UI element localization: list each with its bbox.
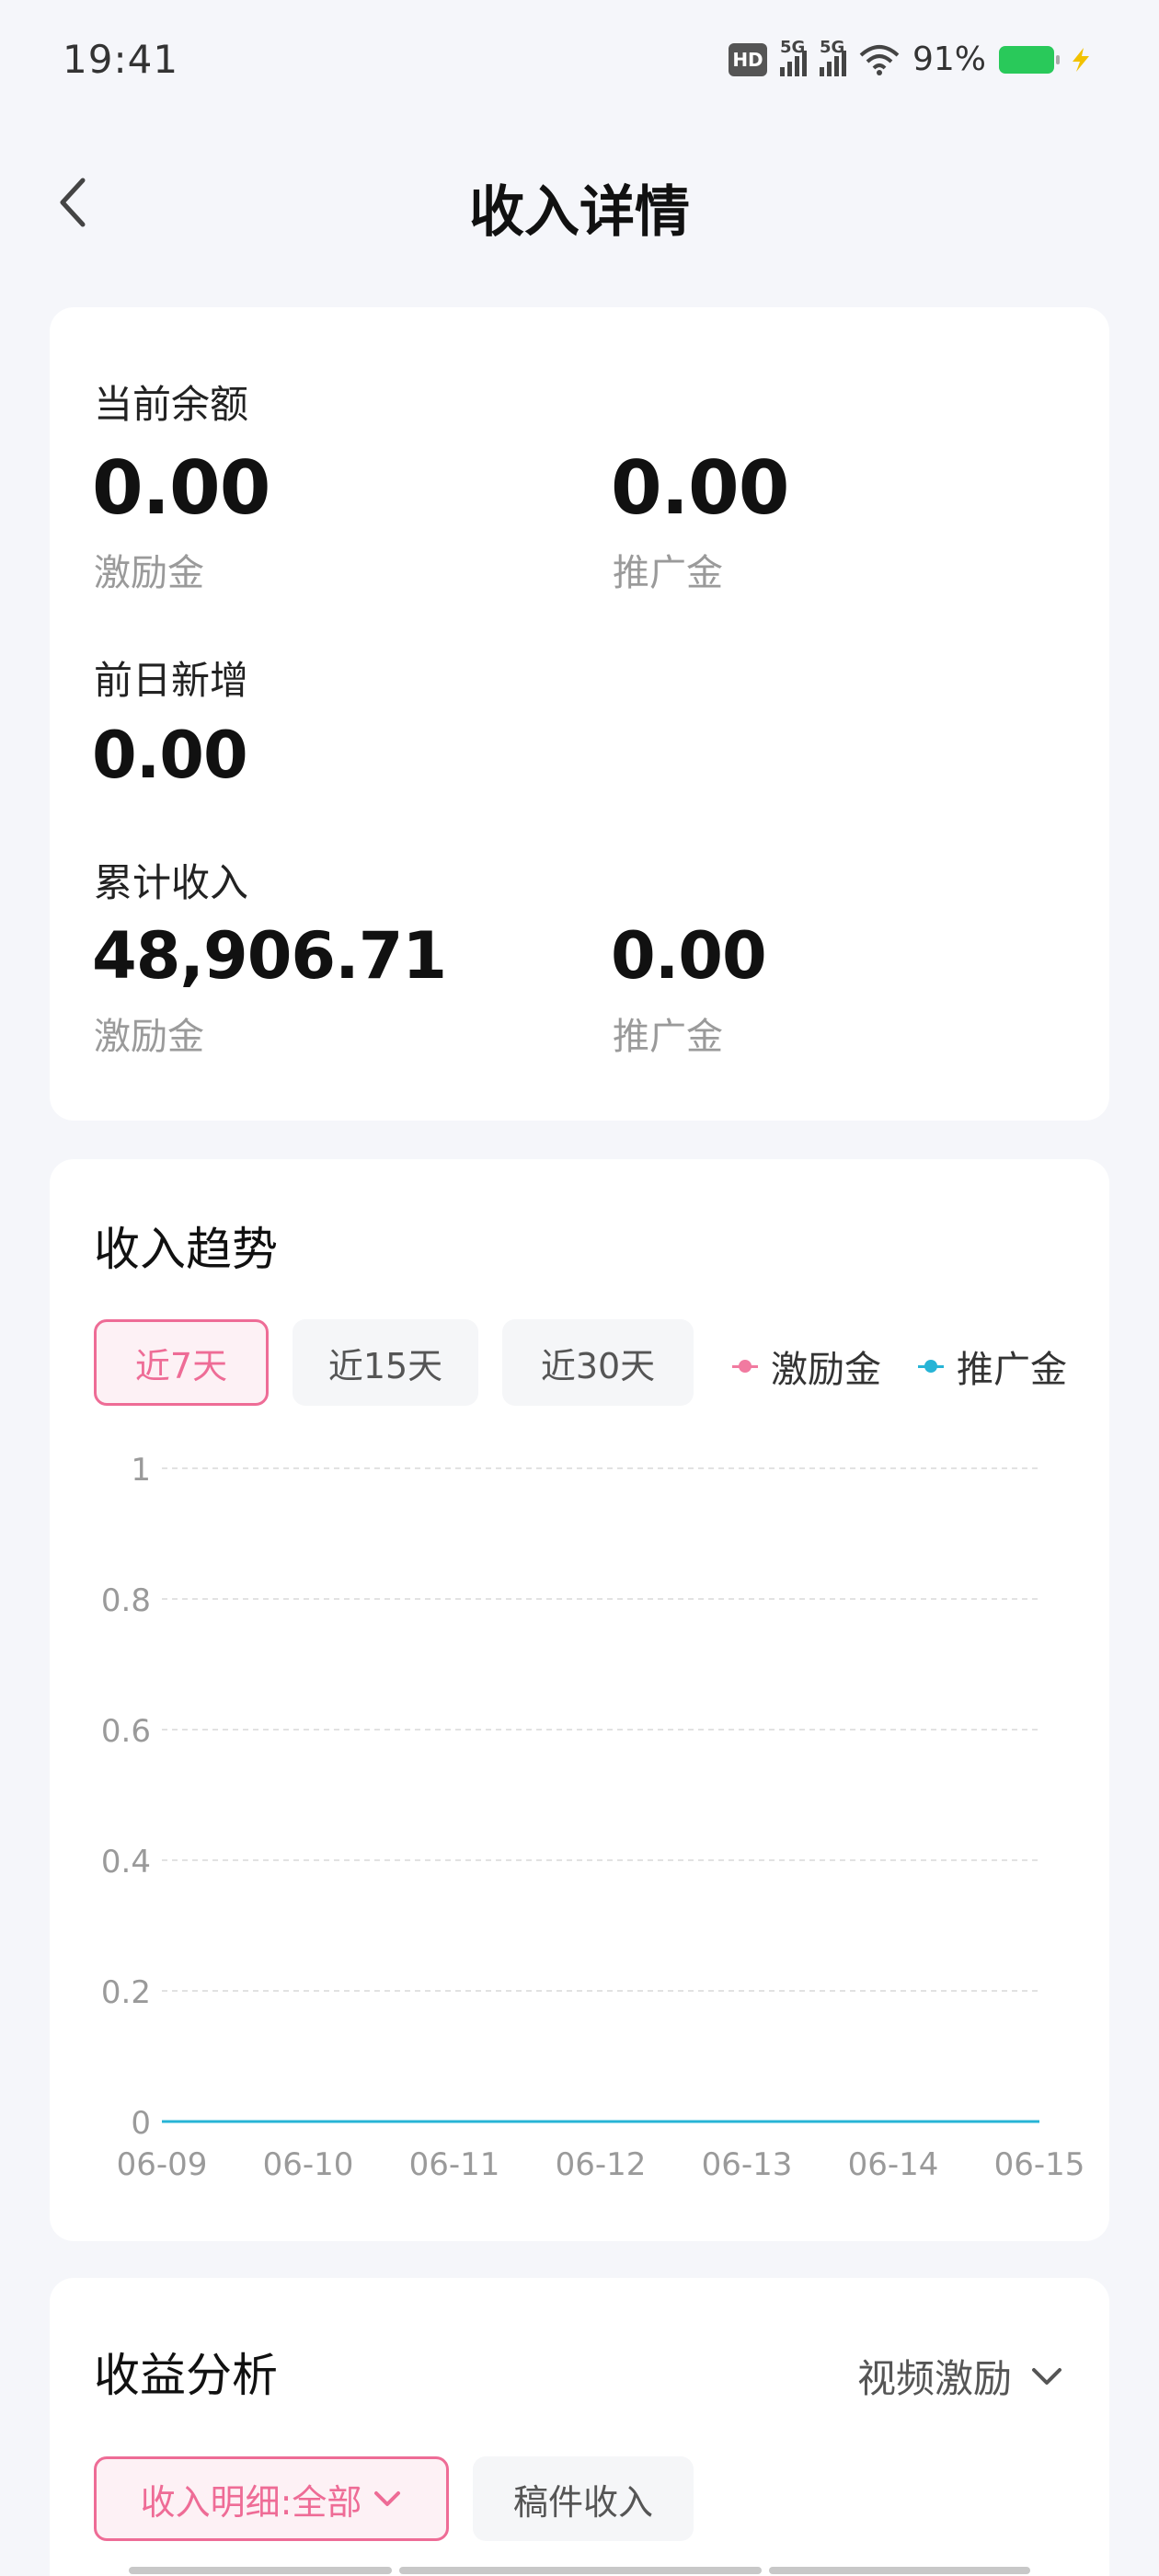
y-tick-label: 0.6	[101, 1713, 151, 1750]
tab-scroll-indicator	[399, 2567, 762, 2574]
y-tick-label: 0.2	[101, 1974, 151, 2011]
yesterday-label: 前日新增	[94, 658, 249, 703]
y-tick-label: 1	[131, 1452, 151, 1489]
signal-5g-icon: 5G	[819, 38, 846, 76]
battery-icon	[999, 45, 1060, 74]
x-tick-label: 06-12	[556, 2146, 647, 2183]
income-detail-filter[interactable]: 收入明细:全部	[94, 2456, 449, 2541]
balance-card: 当前余额 0.00 激励金 0.00 推广金 前日新增 0.00 累计收入 48…	[50, 307, 1109, 1121]
tab-scroll-indicator	[129, 2567, 392, 2574]
x-tick-label: 06-15	[994, 2146, 1085, 2183]
x-tick-label: 06-09	[117, 2146, 208, 2183]
current-balance-label: 当前余额	[94, 382, 249, 427]
total-incentive-value: 48,906.71	[92, 918, 447, 994]
total-promo-label: 推广金	[613, 1016, 723, 1058]
current-incentive-value: 0.00	[92, 445, 270, 531]
current-promo-value: 0.00	[611, 445, 789, 531]
x-tick-label: 06-11	[409, 2146, 500, 2183]
y-tick-label: 0.8	[101, 1582, 151, 1619]
x-tick-label: 06-13	[702, 2146, 793, 2183]
income-trend-chart: 0 0.2 0.4 0.6 0.8 1 06-09 06-10 06-11 06-12 06-13 0…	[101, 1452, 1085, 2183]
hd-icon: HD	[728, 42, 767, 76]
battery-percent: 91%	[912, 40, 986, 78]
x-tick-label: 06-14	[848, 2146, 939, 2183]
y-tick-label: 0.4	[101, 1844, 151, 1880]
y-tick-label: 0	[131, 2105, 151, 2142]
wifi-icon	[859, 44, 900, 75]
total-incentive-label: 激励金	[94, 1016, 204, 1058]
status-time: 19:41	[63, 37, 179, 82]
chevron-down-icon	[1032, 2367, 1061, 2385]
yesterday-value: 0.00	[92, 718, 248, 793]
charging-bolt-icon	[1067, 46, 1095, 74]
earnings-analysis-card: 收益分析 视频激励 收入明细:全部 稿件收入	[50, 2278, 1109, 2576]
signal-5g-icon: 5G	[779, 38, 807, 76]
chevron-down-icon	[374, 2491, 401, 2506]
current-promo-label: 推广金	[613, 552, 723, 594]
nav-header: 收入详情	[0, 147, 1159, 258]
status-bar: 19:41 HD 5G 5G 91%	[0, 0, 1159, 120]
income-trend-card: 收入趋势 近7天 近15天 近30天 激励金 推广金 0 0.2 0.4 0.6 0.8…	[50, 1159, 1109, 2241]
manuscript-income-button[interactable]: 稿件收入	[473, 2456, 694, 2541]
status-icons: HD 5G 5G 91%	[728, 38, 1095, 78]
current-incentive-label: 激励金	[94, 552, 204, 594]
total-promo-value: 0.00	[611, 918, 767, 994]
earning-type-dropdown[interactable]: 视频激励	[857, 2348, 1063, 2404]
tab-scroll-indicator	[769, 2567, 1030, 2574]
total-income-label: 累计收入	[94, 860, 249, 905]
page-title: 收入详情	[469, 180, 690, 245]
analysis-title: 收益分析	[94, 2349, 278, 2402]
x-tick-label: 06-10	[263, 2146, 354, 2183]
